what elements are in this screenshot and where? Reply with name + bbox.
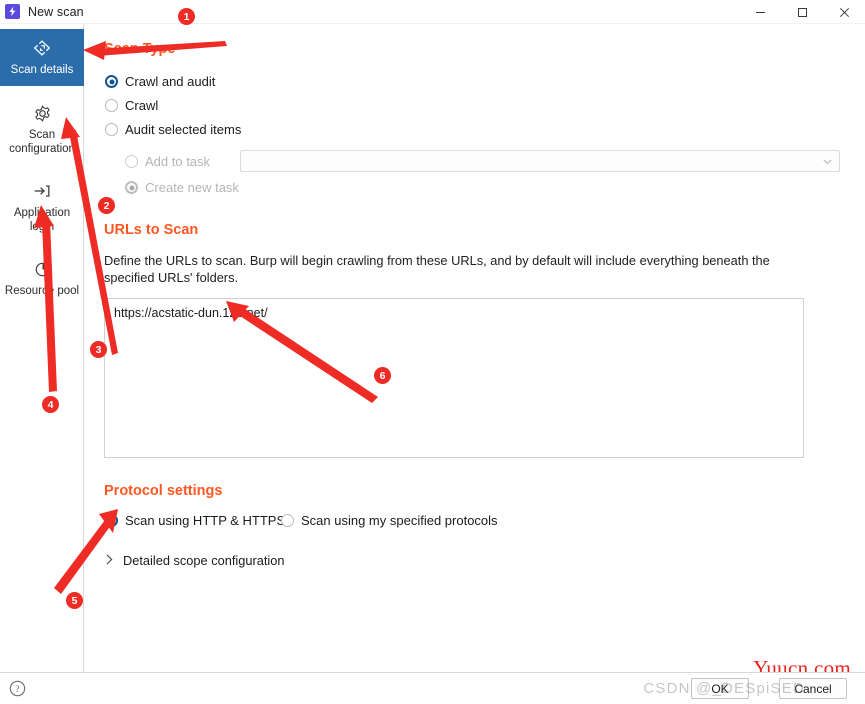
annotation-badge-1: 1 — [178, 8, 195, 25]
gear-icon — [33, 102, 52, 124]
sidebar-item-label: Scan details — [10, 64, 74, 76]
radio-scan-specified-protocols[interactable]: Scan using my specified protocols — [281, 513, 498, 528]
annotation-badge-4: 4 — [42, 396, 59, 413]
window-controls — [739, 0, 865, 24]
radio-create-new-task: Create new task — [125, 180, 239, 195]
radio-label: Scan using my specified protocols — [301, 513, 498, 528]
radio-indicator — [105, 75, 118, 88]
burp-suite-logo-icon — [5, 4, 20, 19]
watermark-primary: Yuucn.com — [753, 656, 851, 672]
radio-audit-selected-items[interactable]: Audit selected items — [105, 122, 241, 137]
sidebar-item-application-login[interactable]: Application login — [0, 172, 84, 243]
chevron-down-icon — [823, 152, 832, 170]
radio-label: Create new task — [145, 180, 239, 195]
svg-text:?: ? — [15, 685, 19, 695]
task-select-dropdown — [240, 150, 840, 172]
main-panel: Scan Type Crawl and audit Crawl Audit se… — [85, 24, 865, 672]
urls-to-scan-description: Define the URLs to scan. Burp will begin… — [104, 253, 770, 285]
minimize-icon[interactable] — [739, 0, 781, 24]
url-value: https://acstatic-dun.126.net/ — [114, 306, 268, 320]
sidebar-item-resource-pool[interactable]: Resource pool — [0, 250, 84, 307]
radio-indicator — [105, 514, 118, 527]
task-select-value — [241, 151, 839, 155]
detailed-scope-label: Detailed scope configuration — [123, 553, 285, 568]
radio-indicator — [105, 123, 118, 136]
protocol-settings-heading: Protocol settings — [104, 483, 223, 499]
annotation-badge-6: 6 — [374, 367, 391, 384]
help-circle-icon[interactable]: ? — [9, 680, 26, 702]
sidebar: Scan details Scan configuration Applicat… — [0, 24, 84, 672]
radio-label: Add to task — [145, 154, 211, 169]
radio-add-to-task: Add to task — [125, 154, 210, 169]
annotation-badge-3: 3 — [90, 341, 107, 358]
radio-indicator — [125, 181, 138, 194]
sidebar-item-label: Resource pool — [4, 285, 80, 297]
radio-label: Crawl — [125, 98, 159, 113]
annotation-badge-2: 2 — [98, 197, 115, 214]
radio-label: Scan using HTTP & HTTPS — [125, 513, 286, 528]
login-arrow-icon — [32, 180, 52, 202]
pie-chart-icon — [33, 258, 52, 280]
radio-label: Crawl and audit — [125, 74, 216, 89]
chevron-right-icon — [106, 553, 113, 568]
maximize-icon[interactable] — [781, 0, 823, 24]
radio-crawl[interactable]: Crawl — [105, 98, 158, 113]
scan-details-icon — [32, 37, 52, 59]
window-title: New scan — [28, 4, 84, 19]
urls-to-scan-heading: URLs to Scan — [104, 222, 199, 238]
sidebar-item-scan-details[interactable]: Scan details — [0, 29, 84, 86]
urls-textarea[interactable]: https://acstatic-dun.126.net/ — [104, 298, 804, 458]
radio-indicator — [125, 155, 138, 168]
radio-crawl-and-audit[interactable]: Crawl and audit — [105, 74, 215, 89]
sidebar-item-label: Application login — [13, 207, 71, 233]
radio-label: Audit selected items — [125, 122, 242, 137]
radio-indicator — [281, 514, 294, 527]
annotation-badge-5: 5 — [66, 592, 83, 609]
radio-indicator — [105, 99, 118, 112]
title-bar: New scan — [0, 0, 865, 24]
scan-type-heading: Scan Type — [104, 41, 176, 57]
radio-scan-http-https[interactable]: Scan using HTTP & HTTPS — [105, 513, 285, 528]
close-icon[interactable] — [823, 0, 865, 24]
sidebar-item-scan-configuration[interactable]: Scan configuration — [0, 94, 84, 165]
sidebar-item-label: Scan configuration — [9, 129, 75, 155]
watermark-secondary: CSDN @_DESpiSED — [643, 680, 805, 697]
detailed-scope-configuration[interactable]: Detailed scope configuration — [106, 553, 285, 568]
